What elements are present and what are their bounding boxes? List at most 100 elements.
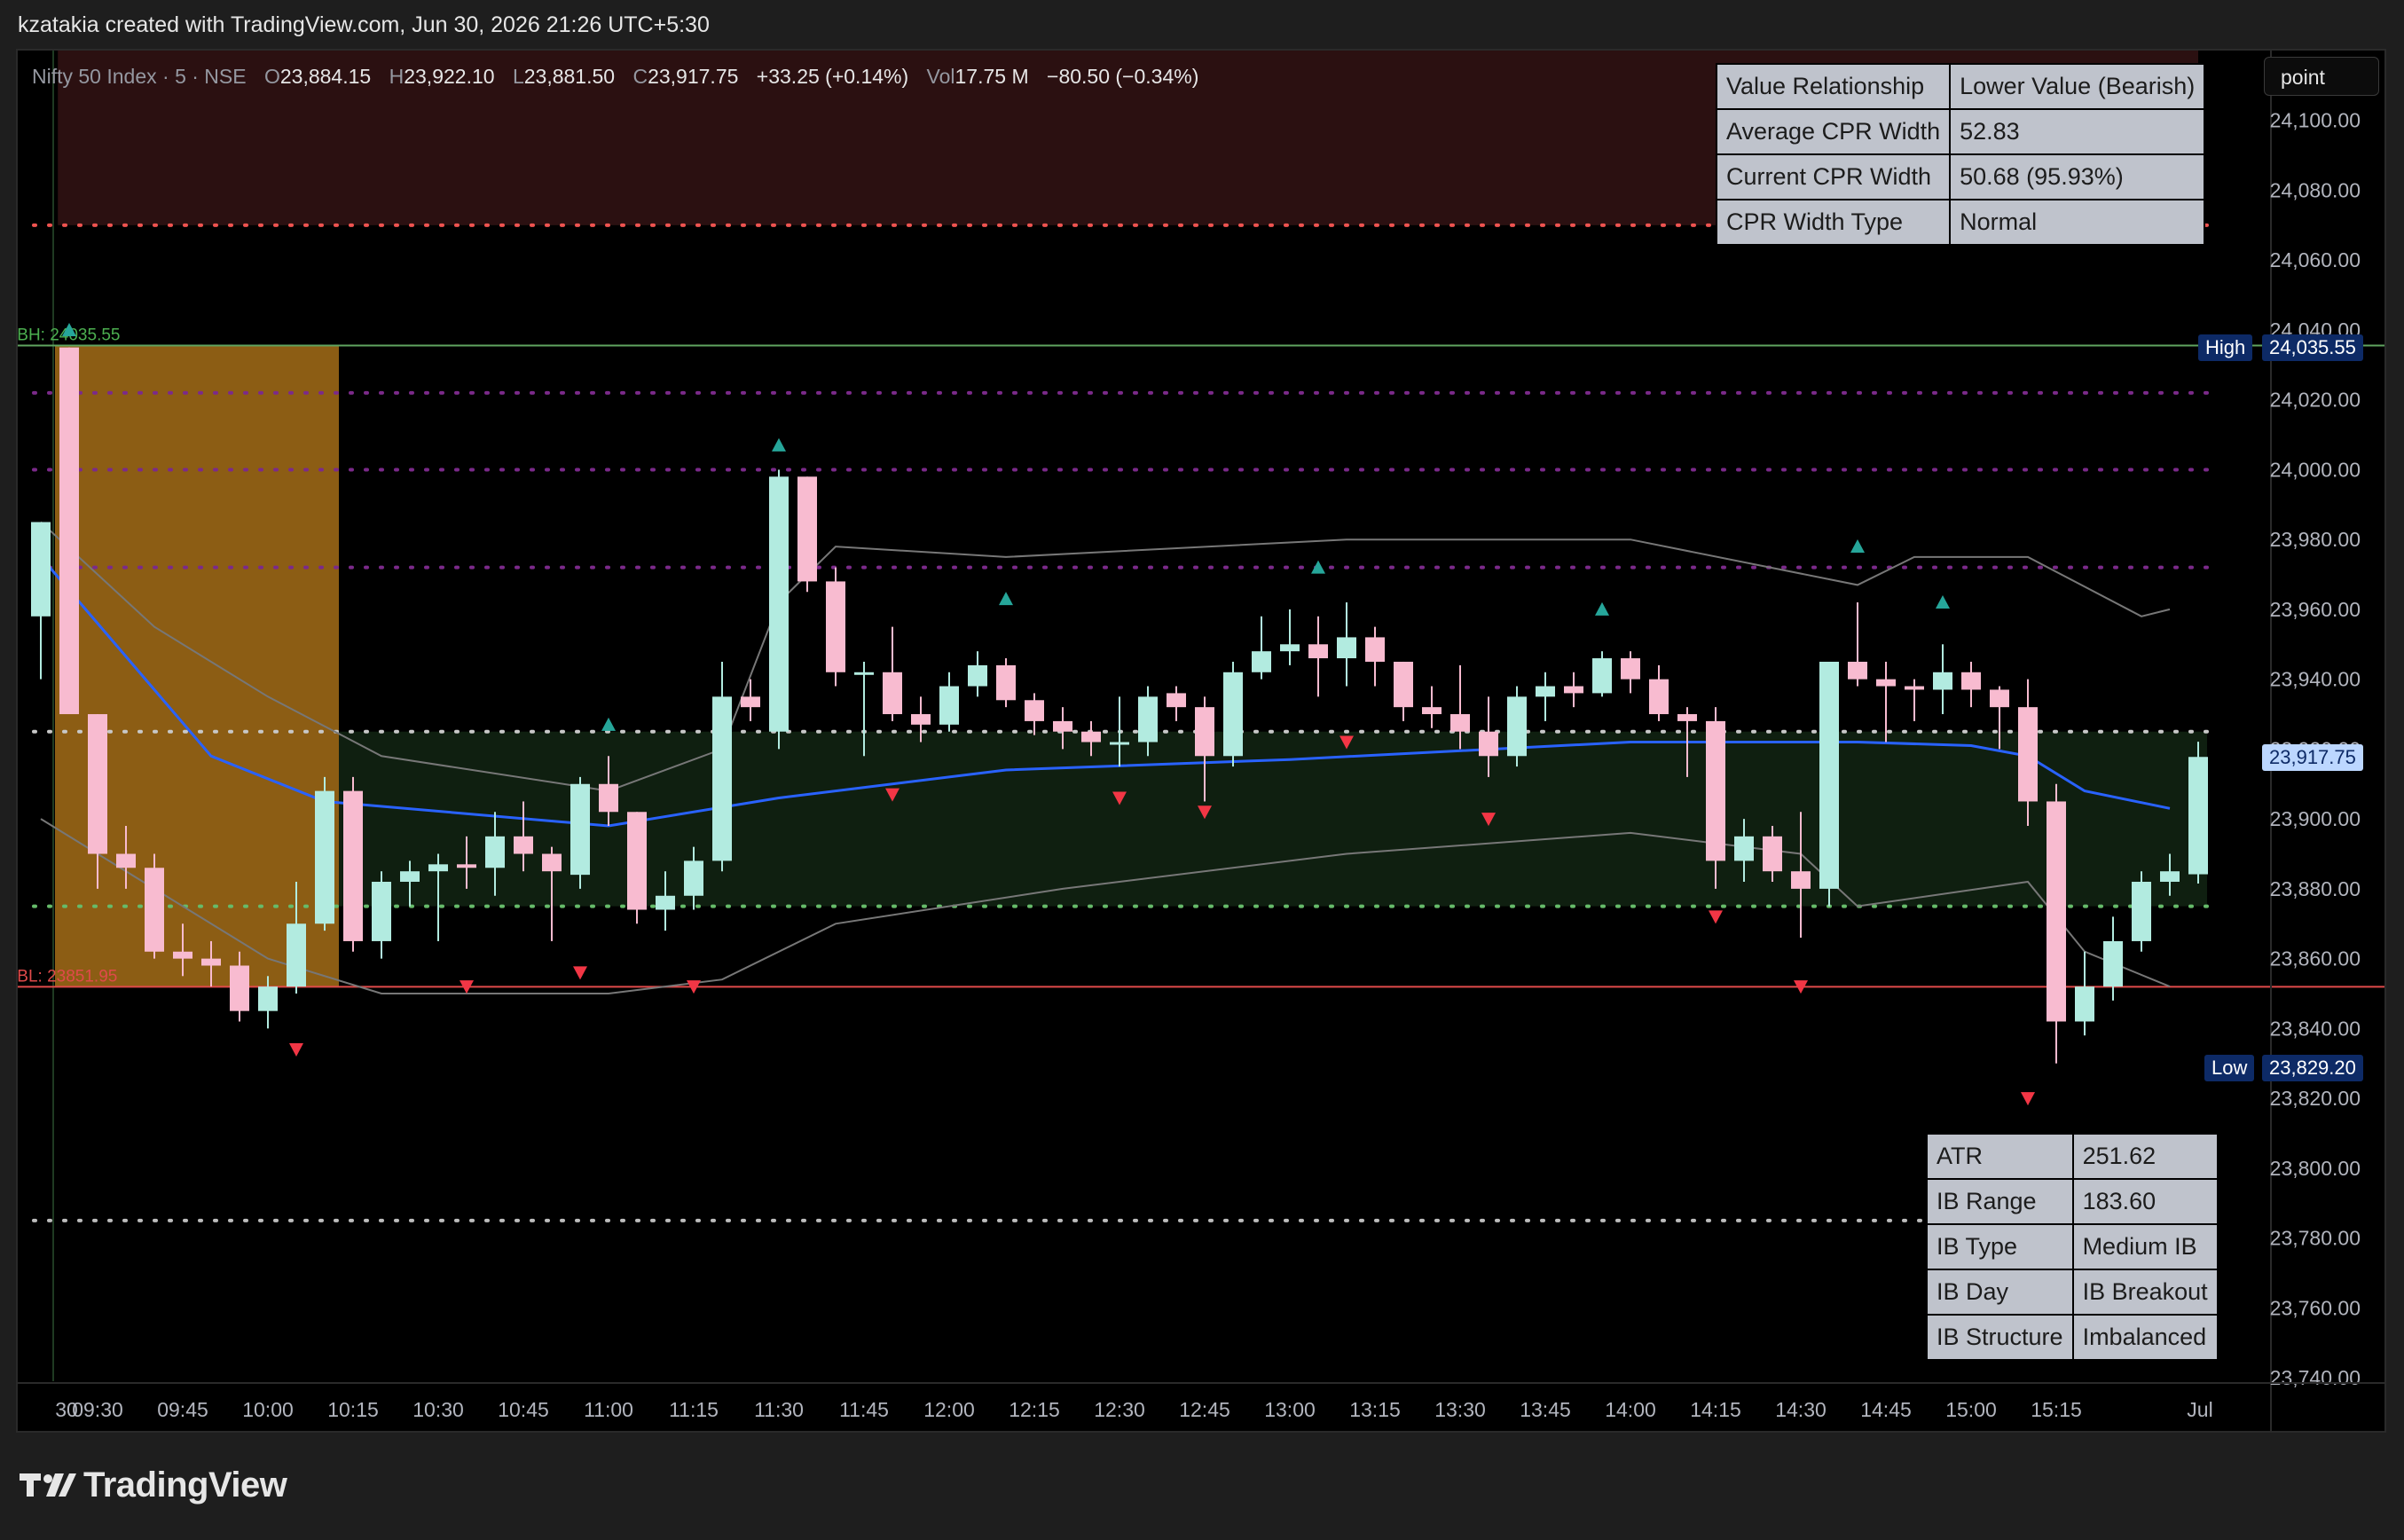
candle-body: [145, 868, 164, 952]
sell-signal-marker: [2021, 1092, 2035, 1106]
ib-value: 183.60: [2071, 1178, 2219, 1225]
candle-body: [1507, 696, 1527, 757]
time-tick-label: 14:00: [1605, 1398, 1656, 1421]
open-label: O: [263, 65, 280, 88]
candle-body: [1252, 651, 1271, 672]
price-tick-label: 24,080.00: [2270, 178, 2361, 201]
candle-body: [2103, 940, 2123, 987]
candle-body: [2160, 871, 2180, 883]
candle-body: [287, 923, 306, 987]
ib-value: 251.62: [2071, 1133, 2219, 1180]
candle-body: [1876, 679, 1896, 687]
price-tick-label: 24,020.00: [2270, 389, 2361, 412]
candle-body: [372, 882, 391, 941]
value-area-zone: [339, 731, 2207, 907]
buy-signal-marker: [999, 592, 1013, 606]
time-tick-label: 11:15: [669, 1398, 719, 1421]
cpr-info-table: Value Relationship Lower Value (Bearish) A…: [1715, 63, 2206, 246]
candle-body: [1394, 661, 1413, 708]
candle-body: [428, 864, 448, 872]
candle-body: [201, 958, 221, 966]
buy-signal-marker: [1850, 539, 1865, 554]
symbol-label[interactable]: Nifty 50 Index · 5 · NSE: [32, 65, 247, 88]
ib-key: IB Day: [1926, 1269, 2074, 1316]
time-tick-label: 13:30: [1434, 1398, 1486, 1421]
time-tick-label: 13:15: [1349, 1398, 1401, 1421]
tradingview-brand[interactable]: TradingView: [20, 1465, 287, 1509]
candle-body: [939, 686, 959, 725]
cpr-value: Normal: [1949, 199, 2206, 246]
time-tick-label: 14:30: [1775, 1398, 1827, 1421]
candle-body: [1422, 707, 1442, 715]
candle-body: [797, 476, 817, 582]
candle-body: [1990, 689, 2009, 708]
ib-key: IB Structure: [1926, 1314, 2074, 1361]
candle-body: [59, 347, 79, 715]
ib-key: IB Range: [1926, 1178, 2074, 1225]
time-tick-label: 09:45: [157, 1398, 208, 1421]
candle-body: [400, 871, 420, 883]
tradingview-logo-icon: [20, 1469, 76, 1509]
scale-unit-button[interactable]: point: [2264, 57, 2379, 96]
candle-body: [457, 864, 476, 868]
time-tick-label: 11:45: [839, 1398, 889, 1421]
ib-info-table: ATR 251.62 IB Range 183.60 IB Type Medium IB I…: [1926, 1133, 2219, 1361]
chart-pane[interactable]: IBH: 24035.55IBL: 23851.95 24,100.0024,0…: [16, 49, 2386, 1433]
time-tick-label: 15:15: [2031, 1398, 2082, 1421]
price-tick-label: 23,840.00: [2270, 1017, 2361, 1040]
candle-body: [1110, 742, 1129, 745]
buy-signal-marker: [1595, 601, 1609, 616]
candle-body: [230, 965, 249, 1011]
candle-body: [116, 853, 136, 868]
price-tick-label: 23,880.00: [2270, 877, 2361, 900]
time-tick-label: 14:45: [1860, 1398, 1912, 1421]
price-tick-label: 23,740.00: [2270, 1366, 2361, 1389]
time-tick-label: 10:45: [498, 1398, 549, 1421]
low-tag-value: 23,829.20: [2262, 1055, 2363, 1081]
candle-body: [1819, 661, 1839, 889]
candle-body: [1167, 693, 1186, 708]
signals-layer: [62, 322, 2035, 1106]
buy-signal-marker: [1936, 595, 1950, 609]
candle-body: [570, 783, 590, 876]
candle-body: [1706, 720, 1725, 861]
ib-row: IB Range 183.60: [1926, 1178, 2219, 1225]
attribution: kzatakia created with TradingView.com, J…: [18, 12, 710, 37]
high-value: 23,922.10: [404, 65, 495, 88]
price-tick-label: 24,000.00: [2270, 458, 2361, 481]
high-tag-value: 24,035.55: [2262, 334, 2363, 361]
candle-body: [712, 696, 732, 861]
candle-body: [656, 895, 675, 910]
candle-body: [1081, 731, 1101, 742]
sell-signal-marker: [573, 966, 587, 980]
cpr-value: 52.83: [1949, 108, 2206, 155]
price-tick-label: 24,060.00: [2270, 248, 2361, 271]
price-tick-label: 23,860.00: [2270, 947, 2361, 970]
candle-body: [854, 672, 874, 675]
candle-body: [627, 812, 647, 910]
cpr-row: Value Relationship Lower Value (Bearish): [1715, 63, 2206, 110]
time-tick-label: 13:00: [1264, 1398, 1316, 1421]
ib-row: IB Day IB Breakout: [1926, 1269, 2219, 1316]
symbol-legend: Nifty 50 Index · 5 · NSE O23,884.15 H23,…: [32, 65, 1198, 89]
candle-body: [1536, 686, 1555, 697]
price-tick-label: 23,900.00: [2270, 807, 2361, 830]
candle-body: [1053, 720, 1072, 732]
price-tick-label: 24,100.00: [2270, 109, 2361, 132]
time-tick-label: 10:15: [327, 1398, 379, 1421]
high-tag-label: High: [2198, 334, 2253, 361]
cpr-key: Average CPR Width: [1715, 108, 1952, 155]
close-label: C: [632, 65, 648, 88]
sell-signal-marker: [1709, 910, 1723, 924]
cpr-value: 50.68 (95.93%): [1949, 153, 2206, 200]
candle-body: [1223, 672, 1243, 757]
ib-row: ATR 251.62: [1926, 1133, 2219, 1180]
buy-signal-marker: [772, 437, 786, 452]
time-tick-label: 15:00: [1945, 1398, 1997, 1421]
ib-key: ATR: [1926, 1133, 2074, 1180]
candle-body: [968, 664, 987, 687]
candle-body: [514, 836, 533, 854]
volume-label: Vol: [926, 65, 955, 88]
candle-body: [826, 581, 845, 672]
time-tick-label: 11:30: [754, 1398, 804, 1421]
